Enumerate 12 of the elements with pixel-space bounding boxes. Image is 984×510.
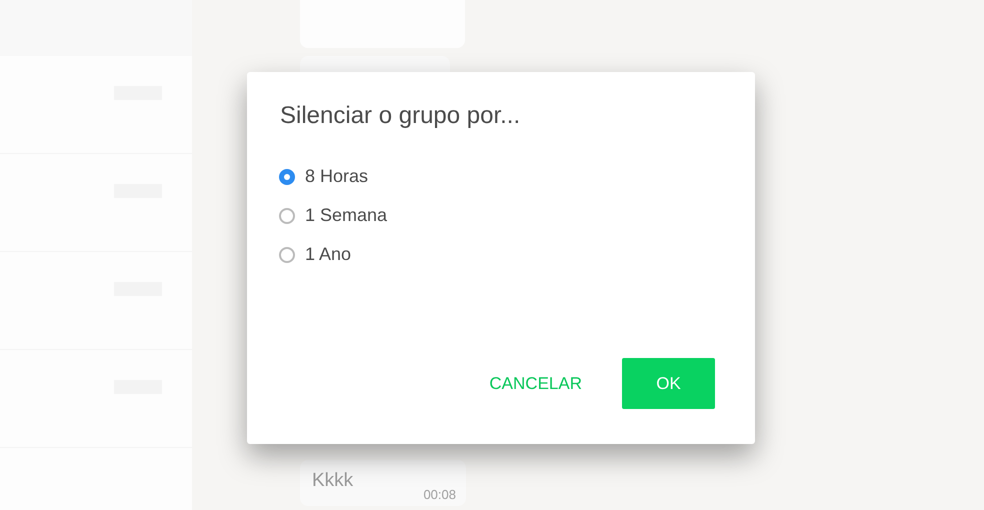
option-label: 1 Ano: [305, 244, 352, 265]
radio-option[interactable]: 1 Semana: [279, 205, 715, 226]
message-time: 00:08: [423, 487, 456, 502]
option-label: 1 Semana: [305, 205, 388, 226]
radio-option[interactable]: 1 Ano: [279, 244, 715, 265]
radio-button[interactable]: [279, 208, 295, 224]
message-text: Kkkk: [312, 470, 354, 492]
radio-button[interactable]: [279, 246, 295, 262]
radio-button[interactable]: [279, 168, 295, 184]
dialog-title: Silenciar o grupo por...: [280, 102, 522, 130]
option-label: 8 Horas: [305, 166, 368, 187]
radio-option[interactable]: 8 Horas: [279, 166, 715, 187]
